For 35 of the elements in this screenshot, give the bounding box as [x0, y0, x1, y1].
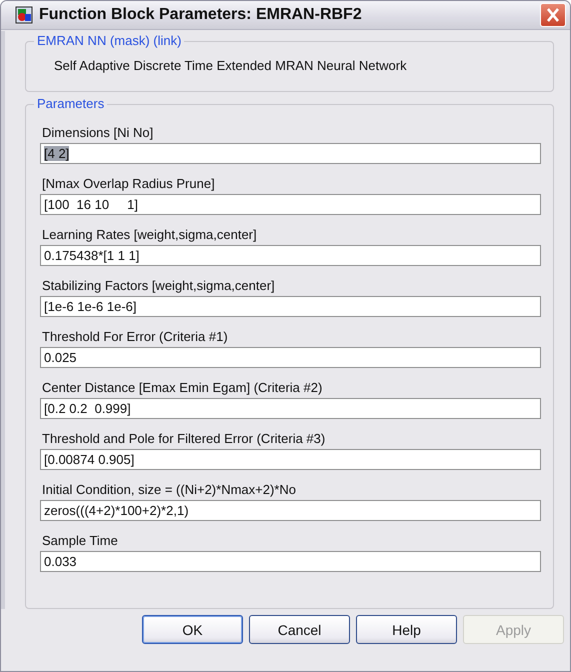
field-label: Stabilizing Factors [weight,sigma,center]	[42, 278, 275, 293]
field-value: [100 16 10 1]	[44, 197, 138, 212]
input-field[interactable]: [0.00874 0.905]	[40, 449, 541, 470]
field-value: 0.025	[44, 350, 77, 365]
field-value: zeros(((4+2)*100+2)*2,1)	[44, 503, 189, 518]
field-value: 0.175438*[1 1 1]	[44, 248, 140, 263]
field-value: [0.00874 0.905]	[44, 452, 134, 467]
dialog-button[interactable]: OK	[142, 615, 243, 644]
field-value: [1e-6 1e-6 1e-6]	[44, 299, 137, 314]
field-label: Initial Condition, size = ((Ni+2)*Nmax+2)*No	[42, 482, 296, 497]
field-label: Threshold For Error (Criteria #1)	[42, 329, 228, 344]
input-field[interactable]: [4 2]	[40, 143, 541, 164]
input-field[interactable]: 0.175438*[1 1 1]	[40, 245, 541, 266]
field-label: Dimensions [Ni No]	[42, 125, 154, 140]
input-field[interactable]: 0.025	[40, 347, 541, 368]
window-title: Function Block Parameters: EMRAN-RBF2	[39, 6, 363, 24]
field-label: Sample Time	[42, 533, 118, 548]
input-field[interactable]: 0.033	[40, 551, 541, 572]
field-label: [Nmax Overlap Radius Prune]	[42, 176, 215, 191]
input-field[interactable]: [100 16 10 1]	[40, 194, 541, 215]
input-field[interactable]: zeros(((4+2)*100+2)*2,1)	[40, 500, 541, 521]
app-icon	[15, 6, 33, 24]
input-field[interactable]: [1e-6 1e-6 1e-6]	[40, 296, 541, 317]
block-description: Self Adaptive Discrete Time Extended MRAN Neural Network	[53, 57, 407, 75]
field-value: [4 2]	[44, 146, 70, 161]
group-title: EMRAN NN (mask) (link)	[34, 33, 184, 49]
dialog-button[interactable]: Help	[356, 615, 457, 644]
field-value: 0.033	[44, 554, 77, 569]
field-label: Center Distance [Emax Emin Egam] (Criteria #2)	[42, 380, 322, 395]
field-label: Learning Rates [weight,sigma,center]	[42, 227, 257, 242]
dialog-button[interactable]: Cancel	[249, 615, 350, 644]
input-field[interactable]: [0.2 0.2 0.999]	[40, 398, 541, 419]
field-value: [0.2 0.2 0.999]	[44, 401, 131, 416]
field-label: Threshold and Pole for Filtered Error (Criteria #3)	[42, 431, 326, 446]
close-button[interactable]	[540, 3, 566, 27]
